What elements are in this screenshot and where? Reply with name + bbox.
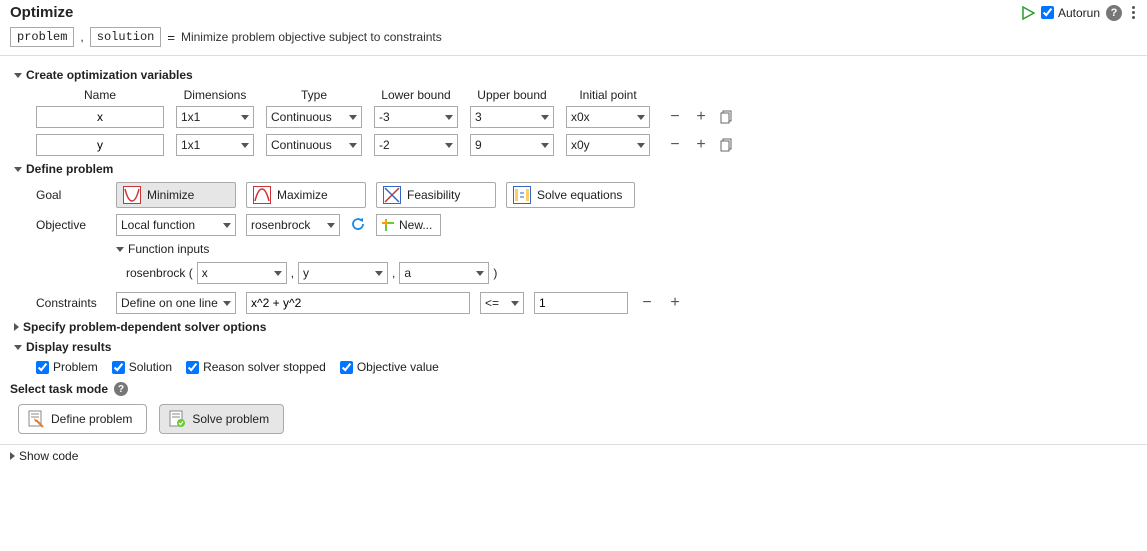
autorun-checkbox[interactable]: Autorun — [1041, 6, 1100, 20]
fn-arg-select[interactable]: y — [298, 262, 388, 284]
goal-label: Goal — [36, 188, 106, 202]
menu-icon[interactable] — [1128, 4, 1139, 21]
var-name-input[interactable] — [36, 134, 164, 156]
objective-label: Objective — [36, 218, 106, 232]
chevron-down-icon — [14, 345, 22, 350]
chevron-down-icon — [116, 247, 124, 252]
fn-arg-select[interactable]: a — [399, 262, 489, 284]
help-icon[interactable]: ? — [1106, 5, 1122, 21]
refresh-icon[interactable] — [350, 216, 366, 235]
add-row-icon[interactable]: + — [692, 108, 710, 126]
chevron-down-icon — [14, 73, 22, 78]
constraint-op-select[interactable]: <= — [480, 292, 524, 314]
constraint-rhs-input[interactable] — [534, 292, 628, 314]
copy-row-icon[interactable] — [718, 136, 736, 154]
fn-arg-select[interactable]: x — [197, 262, 287, 284]
show-code-toggle[interactable]: Show code — [10, 449, 1137, 463]
solve-problem-button[interactable]: Solve problem — [159, 404, 284, 434]
chevron-down-icon — [14, 167, 22, 172]
help-icon[interactable]: ? — [114, 382, 128, 396]
page-title: Optimize — [10, 4, 73, 21]
variable-headers: Name Dimensions Type Lower bound Upper b… — [36, 88, 1137, 102]
goal-solve-equations-button[interactable]: Solve equations — [506, 182, 635, 208]
var-upperbound-select[interactable]: 3 — [470, 106, 554, 128]
var-initialpoint-select[interactable]: x0x — [566, 106, 650, 128]
function-name: rosenbrock ( — [126, 266, 193, 280]
chevron-right-icon — [14, 323, 19, 331]
objective-function-select[interactable]: rosenbrock — [246, 214, 340, 236]
run-icon[interactable] — [1021, 6, 1035, 20]
display-solution-checkbox[interactable]: Solution — [112, 360, 172, 374]
objective-source-select[interactable]: Local function — [116, 214, 236, 236]
constraints-label: Constraints — [36, 296, 106, 310]
copy-row-icon[interactable] — [718, 108, 736, 126]
add-row-icon[interactable]: + — [692, 136, 710, 154]
goal-feasibility-button[interactable]: Feasibility — [376, 182, 496, 208]
output-solution[interactable]: solution — [90, 27, 162, 47]
display-objective-checkbox[interactable]: Objective value — [340, 360, 439, 374]
chevron-right-icon — [10, 452, 15, 460]
signature-row: problem , solution = Minimize problem ob… — [0, 21, 1147, 56]
task-mode-title: Select task mode — [10, 382, 108, 396]
var-name-input[interactable] — [36, 106, 164, 128]
section-define-problem[interactable]: Define problem — [14, 162, 1137, 176]
goal-maximize-button[interactable]: Maximize — [246, 182, 366, 208]
section-display-results[interactable]: Display results — [14, 340, 1137, 354]
section-solver-options[interactable]: Specify problem-dependent solver options — [14, 320, 1137, 334]
add-constraint-icon[interactable]: + — [666, 294, 684, 312]
var-initialpoint-select[interactable]: x0y — [566, 134, 650, 156]
autorun-label: Autorun — [1058, 6, 1100, 20]
remove-row-icon[interactable]: − — [666, 136, 684, 154]
var-dimensions-select[interactable]: 1x1 — [176, 134, 254, 156]
section-function-inputs[interactable]: Function inputs — [116, 242, 1137, 256]
var-lowerbound-select[interactable]: -3 — [374, 106, 458, 128]
var-lowerbound-select[interactable]: -2 — [374, 134, 458, 156]
remove-row-icon[interactable]: − — [666, 108, 684, 126]
var-upperbound-select[interactable]: 9 — [470, 134, 554, 156]
display-problem-checkbox[interactable]: Problem — [36, 360, 98, 374]
constraint-lhs-input[interactable] — [246, 292, 470, 314]
var-type-select[interactable]: Continuous — [266, 106, 362, 128]
variable-row: 1x1 Continuous -2 9 x0y − + — [36, 134, 1137, 156]
signature-description: Minimize problem objective subject to co… — [181, 30, 442, 44]
output-problem[interactable]: problem — [10, 27, 74, 47]
section-create-variables[interactable]: Create optimization variables — [14, 68, 1137, 82]
new-function-button[interactable]: New... — [376, 214, 441, 236]
equals-sign: = — [167, 30, 175, 45]
define-problem-button[interactable]: Define problem — [18, 404, 147, 434]
fn-sig-close: ) — [493, 266, 497, 280]
goal-minimize-button[interactable]: Minimize — [116, 182, 236, 208]
var-dimensions-select[interactable]: 1x1 — [176, 106, 254, 128]
variable-row: 1x1 Continuous -3 3 x0x − + — [36, 106, 1137, 128]
display-reason-checkbox[interactable]: Reason solver stopped — [186, 360, 326, 374]
var-type-select[interactable]: Continuous — [266, 134, 362, 156]
remove-constraint-icon[interactable]: − — [638, 294, 656, 312]
constraint-mode-select[interactable]: Define on one line — [116, 292, 236, 314]
